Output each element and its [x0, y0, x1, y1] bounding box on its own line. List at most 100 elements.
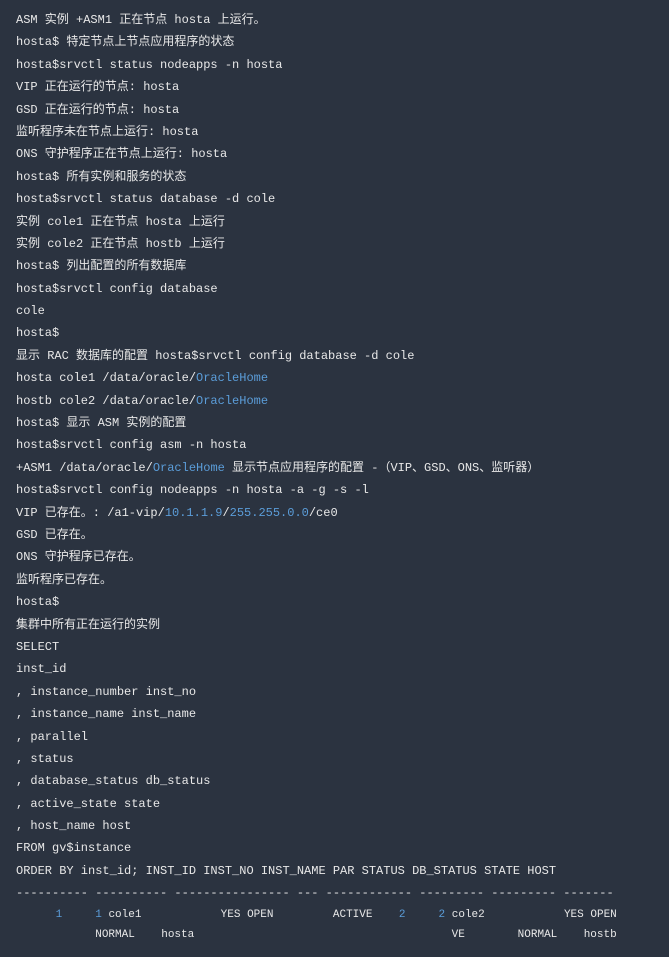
number: 1: [95, 909, 102, 921]
text-segment: /: [222, 506, 229, 520]
text-segment: , parallel: [16, 730, 88, 744]
output-line: 监听程序已存在。: [16, 570, 653, 590]
number: 1: [56, 909, 63, 921]
output-line: , status: [16, 749, 653, 769]
output-line: VIP 正在运行的节点: hosta: [16, 77, 653, 97]
text-segment: , database_status db_status: [16, 774, 210, 788]
output-line: hosta$ 特定节点上节点应用程序的状态: [16, 32, 653, 52]
text-segment: hosta$: [16, 326, 59, 340]
text-segment: , status: [16, 752, 74, 766]
text-segment: ONS 守护程序已存在。: [16, 550, 141, 564]
text-segment: 显示 RAC 数据库的配置 hosta$srvctl config databa…: [16, 349, 414, 363]
output-line: hosta cole1 /data/oracle/OracleHome: [16, 368, 653, 388]
text-segment: hosta$ 所有实例和服务的状态: [16, 170, 186, 184]
output-line: hosta$srvctl status database -d cole: [16, 189, 653, 209]
output-line: ASM 实例 +ASM1 正在节点 hosta 上运行。: [16, 10, 653, 30]
output-line: ONS 守护程序正在节点上运行: hosta: [16, 144, 653, 164]
text-segment: ASM 实例: [16, 13, 76, 27]
number: 2: [399, 909, 406, 921]
text-segment: , instance_number inst_no: [16, 685, 196, 699]
text-segment: cole: [16, 304, 45, 318]
output-line: hosta$srvctl config database: [16, 279, 653, 299]
output-line: , host_name host: [16, 816, 653, 836]
text-segment: VIP 已存在。: /a1-vip/: [16, 506, 165, 520]
text-segment: ORDER BY inst_id; INST_ID INST_NO INST_N…: [16, 864, 556, 878]
text-segment: hostb cole2 /data/oracle/: [16, 394, 196, 408]
output-line: ORDER BY inst_id; INST_ID INST_NO INST_N…: [16, 861, 653, 881]
output-line: GSD 正在运行的节点: hosta: [16, 100, 653, 120]
text-segment: 显示节点应用程序的配置 -（VIP、GSD、ONS、监听器）: [225, 461, 539, 475]
output-line: 实例 cole2 正在节点 hostb 上运行: [16, 234, 653, 254]
text-segment: +ASM1 /data/oracle/: [16, 461, 153, 475]
text-segment: FROM gv$instance: [16, 841, 131, 855]
output-line: hosta$: [16, 323, 653, 343]
output-line: cole: [16, 301, 653, 321]
output-line: , instance_number inst_no: [16, 682, 653, 702]
output-line: hosta$srvctl status nodeapps -n hosta: [16, 55, 653, 75]
text-segment: 正在节点 hosta 上运行。: [112, 13, 266, 27]
link-text[interactable]: OracleHome: [196, 394, 268, 408]
text-segment: ---------- ---------- ---------------- -…: [16, 886, 614, 900]
text-segment: hosta$srvctl config nodeapps -n hosta -a…: [16, 483, 369, 497]
output-line: hosta$srvctl config asm -n hosta: [16, 435, 653, 455]
output-line: 监听程序未在节点上运行: hosta: [16, 122, 653, 142]
output-line: hosta$ 显示 ASM 实例的配置: [16, 413, 653, 433]
output-line: 集群中所有正在运行的实例: [16, 615, 653, 635]
text-segment: , instance_name inst_name: [16, 707, 196, 721]
output-line: , database_status db_status: [16, 771, 653, 791]
link-text[interactable]: OracleHome: [196, 371, 268, 385]
text-segment: 监听程序已存在。: [16, 573, 112, 587]
output-line: 显示 RAC 数据库的配置 hosta$srvctl config databa…: [16, 346, 653, 366]
output-line: VIP 已存在。: /a1-vip/10.1.1.9/255.255.0.0/c…: [16, 503, 653, 523]
text-segment: hosta$ 显示 ASM 实例的配置: [16, 416, 186, 430]
text-segment: cole1 YES OPEN ACTIVE: [102, 909, 399, 921]
text-segment: hosta$srvctl status nodeapps -n hosta: [16, 58, 282, 72]
text-segment: hosta$: [16, 595, 59, 609]
text-segment: hosta$srvctl status database -d cole: [16, 192, 275, 206]
text-segment: [16, 909, 56, 921]
output-line: hosta$: [16, 592, 653, 612]
output-line: GSD 已存在。: [16, 525, 653, 545]
link-text[interactable]: 255.255.0.0: [230, 506, 309, 520]
output-line: hosta$srvctl config nodeapps -n hosta -a…: [16, 480, 653, 500]
text-segment: 监听程序未在节点上运行: hosta: [16, 125, 198, 139]
link-text[interactable]: OracleHome: [153, 461, 225, 475]
text-segment: GSD 正在运行的节点: hosta: [16, 103, 179, 117]
output-line: , parallel: [16, 727, 653, 747]
text-segment: inst_id: [16, 662, 66, 676]
output-line: 实例 cole1 正在节点 hosta 上运行: [16, 212, 653, 232]
output-line: SELECT: [16, 637, 653, 657]
text-segment: [62, 909, 95, 921]
text-segment: GSD 已存在。: [16, 528, 93, 542]
number: 2: [439, 909, 446, 921]
table-row: 1 1 cole1 YES OPEN ACTIVE 2 2 cole2 YES …: [16, 906, 653, 925]
text-segment: hosta$srvctl config database: [16, 282, 218, 296]
text-segment: /ce0: [309, 506, 338, 520]
output-line: inst_id: [16, 659, 653, 679]
output-line: hostb cole2 /data/oracle/OracleHome: [16, 391, 653, 411]
text-segment: 集群中所有正在运行的实例: [16, 618, 160, 632]
text-segment: hosta cole1 /data/oracle/: [16, 371, 196, 385]
text-segment: 实例 cole2 正在节点 hostb 上运行: [16, 237, 225, 251]
link-text[interactable]: 10.1.1.9: [165, 506, 223, 520]
text-segment: 实例 cole1 正在节点 hosta 上运行: [16, 215, 225, 229]
terminal-output: ASM 实例 +ASM1 正在节点 hosta 上运行。 hosta$ 特定节点上…: [16, 10, 653, 945]
output-line: +ASM1 /data/oracle/OracleHome 显示节点应用程序的配…: [16, 458, 653, 478]
text-segment: +ASM1: [76, 13, 112, 27]
text-segment: ONS 守护程序正在节点上运行: hosta: [16, 147, 227, 161]
text-segment: [406, 909, 439, 921]
text-segment: , active_state state: [16, 797, 160, 811]
text-segment: cole2 YES OPEN ACTI: [445, 909, 669, 921]
table-row: NORMAL hosta VE NORMAL hostb: [16, 926, 653, 945]
text-segment: hosta$srvctl config asm -n hosta: [16, 438, 246, 452]
output-line: ---------- ---------- ---------------- -…: [16, 883, 653, 903]
text-segment: , host_name host: [16, 819, 131, 833]
output-line: ONS 守护程序已存在。: [16, 547, 653, 567]
text-segment: hosta$ 列出配置的所有数据库: [16, 259, 186, 273]
output-line: hosta$ 所有实例和服务的状态: [16, 167, 653, 187]
output-line: , active_state state: [16, 794, 653, 814]
output-line: , instance_name inst_name: [16, 704, 653, 724]
text-segment: VIP 正在运行的节点: hosta: [16, 80, 179, 94]
text-segment: hosta$ 特定节点上节点应用程序的状态: [16, 35, 234, 49]
output-line: hosta$ 列出配置的所有数据库: [16, 256, 653, 276]
